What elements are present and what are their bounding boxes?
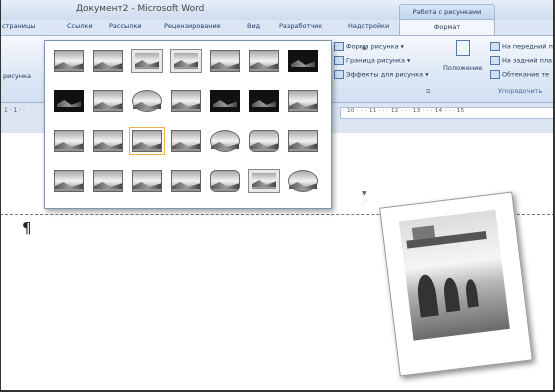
picture-style-thumbnail[interactable] <box>210 170 240 192</box>
tab-mailings[interactable]: Рассылки <box>109 22 142 30</box>
picture-style-thumbnail[interactable] <box>288 130 318 152</box>
picture-style-thumbnail[interactable] <box>171 130 201 152</box>
tab-view[interactable]: Вид <box>247 22 260 30</box>
picture-style-thumbnail[interactable] <box>249 170 279 192</box>
scroll-down-icon[interactable]: ▼ <box>362 190 367 197</box>
bring-front-icon <box>490 42 500 51</box>
tab-format[interactable]: Формат <box>399 19 495 35</box>
bring-front-button[interactable]: На передний п <box>490 42 553 51</box>
tab-page-layout[interactable]: страницы <box>2 22 36 30</box>
wrap-icon <box>490 70 500 79</box>
picture-style-thumbnail[interactable] <box>54 170 84 192</box>
ribbon-left-label: рисунка <box>3 72 31 80</box>
effects-icon <box>334 70 344 79</box>
picture-style-thumbnail[interactable] <box>54 50 84 72</box>
picture-style-thumbnail[interactable] <box>93 90 123 112</box>
inserted-photo[interactable] <box>379 191 533 377</box>
picture-style-thumbnail[interactable] <box>54 90 84 112</box>
picture-style-thumbnail[interactable] <box>171 170 201 192</box>
paragraph-mark: ¶ <box>22 219 32 237</box>
picture-style-thumbnail[interactable] <box>132 50 162 72</box>
ruler-left-text: 1 · 1 · · <box>4 107 25 114</box>
picture-style-thumbnail[interactable] <box>132 90 162 112</box>
picture-style-thumbnail[interactable] <box>54 130 84 152</box>
picture-style-thumbnail[interactable] <box>249 90 279 112</box>
picture-style-thumbnail[interactable] <box>210 130 240 152</box>
tab-addins[interactable]: Надстройки <box>348 22 389 30</box>
frame-left <box>0 0 1 392</box>
picture-style-thumbnail[interactable] <box>210 90 240 112</box>
position-icon <box>456 40 470 56</box>
picture-style-thumbnail[interactable] <box>129 127 165 155</box>
picture-style-thumbnail[interactable] <box>249 50 279 72</box>
border-icon <box>334 56 344 65</box>
picture-style-thumbnail[interactable] <box>288 170 318 192</box>
picture-style-thumbnail[interactable] <box>132 170 162 192</box>
shape-icon <box>334 42 344 51</box>
context-tools-label: Работа с рисунками <box>399 4 495 20</box>
ribbon-tabs: страницы Ссылки Рассылки Рецензирование … <box>0 19 555 36</box>
resize-grip-icon[interactable]: ⋰ <box>361 199 367 206</box>
tab-review[interactable]: Рецензирование <box>164 22 221 30</box>
title-bar: Документ2 - Microsoft Word Работа с рису… <box>0 0 555 20</box>
photo-image <box>398 209 510 341</box>
picture-style-thumbnail[interactable] <box>171 50 201 72</box>
tab-developer[interactable]: Разработчик <box>279 22 322 30</box>
position-button[interactable]: Положение <box>443 64 482 72</box>
dialog-launcher-icon[interactable]: ⧉ <box>426 88 430 96</box>
picture-style-thumbnail[interactable] <box>171 90 201 112</box>
picture-styles-gallery: ▲ ▼ ⋰ <box>44 40 367 209</box>
picture-style-thumbnail[interactable] <box>93 50 123 72</box>
scroll-up-icon[interactable]: ▲ <box>362 44 367 51</box>
picture-style-thumbnail[interactable] <box>249 130 279 152</box>
picture-style-thumbnail[interactable] <box>288 50 318 72</box>
send-back-icon <box>490 56 500 65</box>
picture-style-thumbnail[interactable] <box>210 50 240 72</box>
picture-effects-button[interactable]: Эффекты для рисунка ▾ <box>334 70 428 79</box>
send-back-button[interactable]: На задний пла <box>490 56 552 65</box>
picture-style-thumbnail[interactable] <box>93 130 123 152</box>
arrange-group-label: Упорядочить <box>498 87 543 95</box>
picture-style-thumbnail[interactable] <box>93 170 123 192</box>
gallery-scrollbar[interactable]: ▲ ▼ <box>360 44 370 204</box>
window-title: Документ2 - Microsoft Word <box>76 4 205 14</box>
picture-border-button[interactable]: Граница рисунка ▾ <box>334 56 410 65</box>
picture-style-thumbnail[interactable] <box>288 90 318 112</box>
wrap-text-button[interactable]: Обтекание те <box>490 70 549 79</box>
tab-references[interactable]: Ссылки <box>67 22 93 30</box>
